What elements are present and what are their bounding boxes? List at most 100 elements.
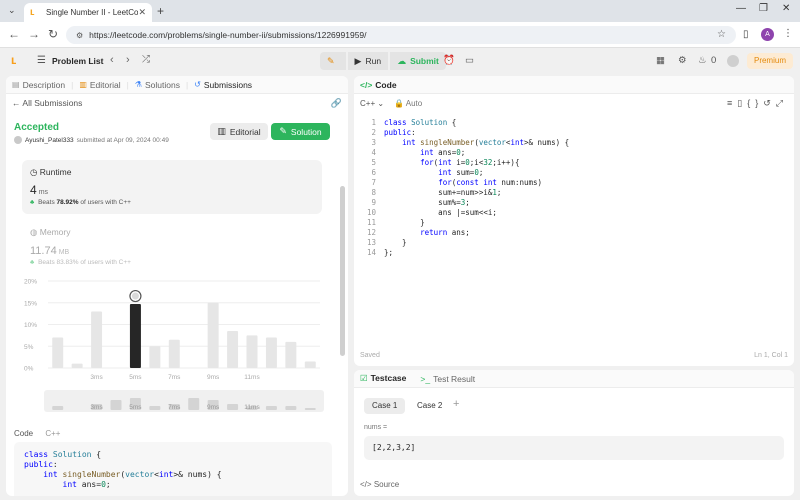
leetcode-logo-icon[interactable]: ʟ <box>11 53 16 67</box>
bar <box>227 331 239 368</box>
overview-bar <box>285 406 297 410</box>
browser-tab-title: Single Number II - LeetCode <box>46 8 139 17</box>
tab-solutions[interactable]: ⚗ Solutions | <box>135 80 188 90</box>
code-section-label: Code C++ <box>14 429 60 438</box>
tab-editorial[interactable]: ▥ Editorial | <box>79 80 129 90</box>
code-preview-line: int ans=0; <box>62 480 111 489</box>
runtime-distribution-chart[interactable]: 0% 5% 10% 15% 20% 3ms 5ms 7ms 9ms 11ms 3ms 5ms 7ms 9m… <box>22 276 332 416</box>
editor-tool-icons: ≡▯{}↺⤢ <box>727 98 788 109</box>
bookmark-icon[interactable]: ▯ <box>737 98 747 108</box>
variable-label: nums = <box>364 424 388 431</box>
solution-button[interactable]: ✎ Solution <box>271 123 330 140</box>
braces-icon[interactable]: {} <box>747 98 763 108</box>
code-editor[interactable]: 1 2 3 4 5 6 7 8 9 10 11 12 13 14 class Solution { pub… <box>354 116 794 346</box>
checkbox-icon: ☑ <box>360 373 368 383</box>
all-submissions-link[interactable]: ← All Submissions <box>12 98 82 108</box>
source-toggle[interactable]: </> Source <box>360 480 399 489</box>
description-icon: ▤ <box>12 80 20 89</box>
fire-streak-icon[interactable]: ♨ <box>698 55 707 66</box>
line-number: 9 <box>371 198 376 207</box>
code-line: return ans; <box>420 228 470 237</box>
left-tab-bar: ▤ Description | ▥ Editorial | ⚗ Solution… <box>6 76 348 94</box>
side-panel-icon[interactable]: ▯ <box>743 29 749 40</box>
tab-test-result[interactable]: >_ Test Result <box>420 374 475 384</box>
new-tab-icon[interactable]: + <box>157 4 164 18</box>
bar <box>149 346 161 368</box>
format-icon[interactable]: ≡ <box>727 98 737 108</box>
cloud-upload-icon: ☁ <box>397 55 407 66</box>
runtime-beats: ♣ Beats 78.92% of users with C++ <box>30 199 131 206</box>
layout-icon[interactable]: ▦ <box>656 55 665 66</box>
code-brackets-icon: </> <box>360 80 373 90</box>
maximize-icon[interactable]: ❐ <box>759 3 768 14</box>
username-link[interactable]: Ayushi_Patel333 <box>25 137 74 144</box>
case-1-button[interactable]: Case 1 <box>364 398 406 414</box>
browser-menu-icon[interactable]: ⋮ <box>783 28 793 39</box>
tab-search-icon[interactable]: ⌄ <box>8 5 16 16</box>
language-label: C++ <box>360 99 376 108</box>
back-arrow-icon: ← <box>12 98 21 108</box>
forward-icon[interactable]: → <box>28 27 40 41</box>
run-button[interactable]: ▶ Run <box>347 52 389 70</box>
auto-mode[interactable]: 🔒 Auto <box>394 99 422 108</box>
next-problem-icon[interactable]: › <box>126 54 130 66</box>
share-link-icon[interactable]: 🔗 <box>331 98 342 109</box>
code-line: int singleNumber(vector<int>& nums) { <box>402 138 570 147</box>
x-tick-label: 7ms <box>168 374 181 381</box>
memory-title[interactable]: ◍ Memory <box>30 227 71 238</box>
bar-current-runtime <box>129 304 141 368</box>
line-number: 12 <box>366 228 376 237</box>
fullscreen-icon[interactable]: ⤢ <box>776 98 788 108</box>
book-icon: ▥ <box>217 126 226 136</box>
reset-icon[interactable]: ↺ <box>763 98 776 108</box>
overview-tick-label: 9ms <box>207 404 220 411</box>
problem-list-link[interactable]: Problem List <box>52 56 103 66</box>
timer-icon[interactable]: ⏰ <box>443 55 455 66</box>
minimize-icon[interactable]: — <box>736 3 746 14</box>
debug-button[interactable]: ✎ <box>320 52 346 70</box>
close-tab-icon[interactable]: ✕ <box>138 7 146 18</box>
prev-problem-icon[interactable]: ‹ <box>110 54 114 66</box>
clock-icon: ◷ <box>30 167 38 177</box>
browser-profile-avatar[interactable]: A <box>761 28 774 41</box>
code-line: } <box>384 218 425 227</box>
code-title-text: Code <box>375 80 397 90</box>
case-2-button[interactable]: Case 2 <box>409 398 450 414</box>
back-icon[interactable]: ← <box>8 27 20 41</box>
tab-testcase[interactable]: ☑ Testcase <box>360 373 406 384</box>
reload-icon[interactable]: ↻ <box>48 27 58 41</box>
solution-button-label: Solution <box>290 126 322 137</box>
nums-input[interactable]: [2,2,3,2] <box>364 436 784 460</box>
user-avatar[interactable] <box>727 55 739 67</box>
site-info-icon[interactable]: ⚙ <box>76 31 83 40</box>
auto-label: Auto <box>405 99 423 108</box>
terminal-icon: >_ <box>420 373 431 384</box>
problem-list-icon[interactable]: ☰ <box>37 55 46 66</box>
shuffle-icon[interactable]: ⤮ <box>142 54 150 65</box>
add-testcase-icon[interactable]: + <box>453 398 459 410</box>
tab-editorial-label: Editorial <box>89 79 121 90</box>
runtime-title-text: Runtime <box>39 167 72 177</box>
beats-prefix: Beats <box>38 199 55 206</box>
tab-submissions[interactable]: ↺ Submissions <box>194 80 252 90</box>
overview-tick-label: 3ms <box>90 404 103 411</box>
tab-description[interactable]: ▤ Description | <box>12 80 73 90</box>
current-runtime-marker-inner <box>131 292 139 300</box>
url-omnibox[interactable]: ⚙ https://leetcode.com/problems/single-n… <box>66 26 736 44</box>
overview-bar <box>110 400 122 410</box>
submit-button[interactable]: ☁ Submit <box>390 52 446 70</box>
window-close-icon[interactable]: ✕ <box>782 3 790 14</box>
language-select[interactable]: C++ ⌄ <box>360 99 384 108</box>
code-line: int sum=0; <box>438 168 484 177</box>
runtime-card[interactable]: ◷ Runtime 4 ms ♣ Beats 78.92% of users wi… <box>22 160 322 214</box>
editorial-button[interactable]: ▥ Editorial <box>210 123 268 140</box>
bar <box>71 363 83 368</box>
browser-tab[interactable]: ʟ Single Number II - LeetCode ✕ <box>24 3 152 22</box>
left-panel-scrollbar[interactable] <box>340 186 345 356</box>
submitted-time: submitted at Apr 09, 2024 00:49 <box>76 136 169 144</box>
bookmark-star-icon[interactable]: ☆ <box>717 29 726 40</box>
line-number: 4 <box>371 148 376 157</box>
premium-button[interactable]: Premium <box>747 53 793 69</box>
settings-gear-icon[interactable]: ⚙ <box>678 55 687 66</box>
notes-icon[interactable]: ▭ <box>465 55 474 66</box>
